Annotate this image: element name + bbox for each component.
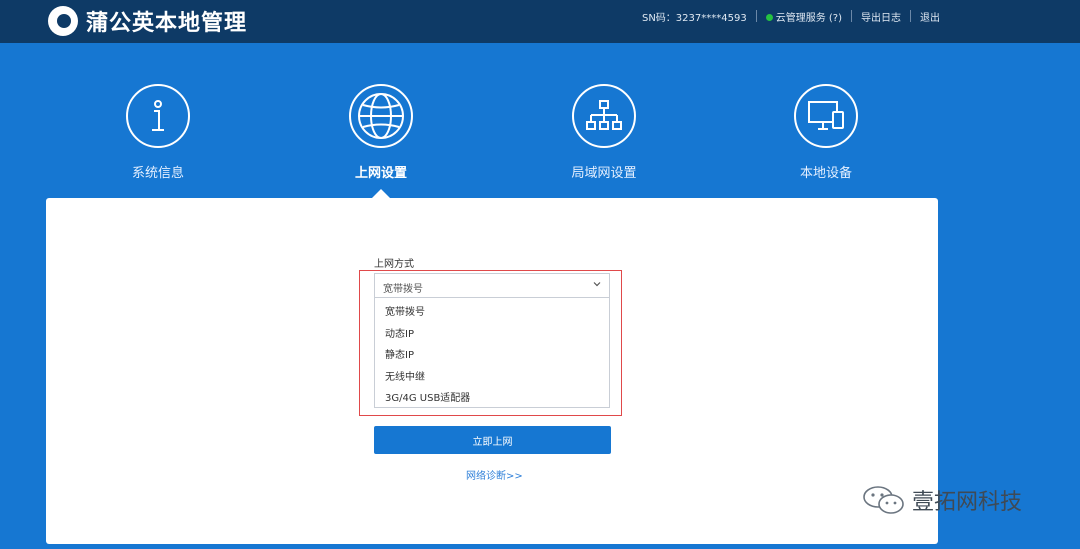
connection-type-dropdown: 宽带拨号 动态IP 静态IP 无线中继 3G/4G USB适配器 [374,298,610,408]
top-right-links: SN码：3237****4593 云管理服务 (?) 导出日志 退出 [642,0,940,32]
logout-link[interactable]: 退出 [920,9,940,24]
globe-icon [349,84,413,148]
dropdown-option[interactable]: 动态IP [375,320,609,342]
dropdown-option[interactable]: 无线中继 [375,363,609,385]
divider [851,10,852,22]
brand-title: 蒲公英本地管理 [86,11,248,36]
divider [910,10,911,22]
cloud-service-link[interactable]: 云管理服务 (?) [765,9,842,24]
export-log-link[interactable]: 导出日志 [861,9,901,24]
watermark-text: 壹拓网科技 [912,490,1023,515]
devices-icon [794,84,858,148]
chevron-down-icon [593,282,601,287]
nav-internet-settings[interactable]: 上网设置 [321,84,441,181]
network-tree-icon [572,84,636,148]
sn-code: SN码：3237****4593 [641,12,747,24]
active-tab-pointer [372,189,390,198]
divider [755,10,757,22]
nav-label: 系统信息 [131,166,184,181]
nav-lan-settings[interactable]: 局域网设置 [544,84,664,181]
selected-value: 宽带拨号 [383,284,423,295]
info-icon [126,84,190,148]
cloud-service-label: 云管理服务 (?) [775,12,842,24]
dropdown-option[interactable]: 宽带拨号 [375,298,609,320]
top-bar: 蒲公英本地管理 SN码：3237****4593 云管理服务 (?) 导出日志 … [0,0,1080,43]
nav-label: 局域网设置 [571,166,637,181]
status-dot-icon [765,14,773,21]
network-diagnose-link[interactable]: 网络诊断>> [466,467,523,482]
watermark: 壹拓网科技 [862,484,1022,516]
dropdown-option[interactable]: 3G/4G USB适配器 [375,384,609,406]
nav-local-devices[interactable]: 本地设备 [766,84,886,181]
connection-type-label: 上网方式 [374,259,414,270]
wechat-icon [863,486,904,514]
logo-icon [48,6,78,36]
dropdown-option[interactable]: 静态IP [375,341,609,363]
connection-type-select[interactable]: 宽带拨号 [374,273,610,298]
nav-label: 本地设备 [799,166,852,181]
connect-button[interactable]: 立即上网 [374,426,611,454]
nav-system-info[interactable]: 系统信息 [98,84,218,181]
nav-label: 上网设置 [354,166,407,181]
